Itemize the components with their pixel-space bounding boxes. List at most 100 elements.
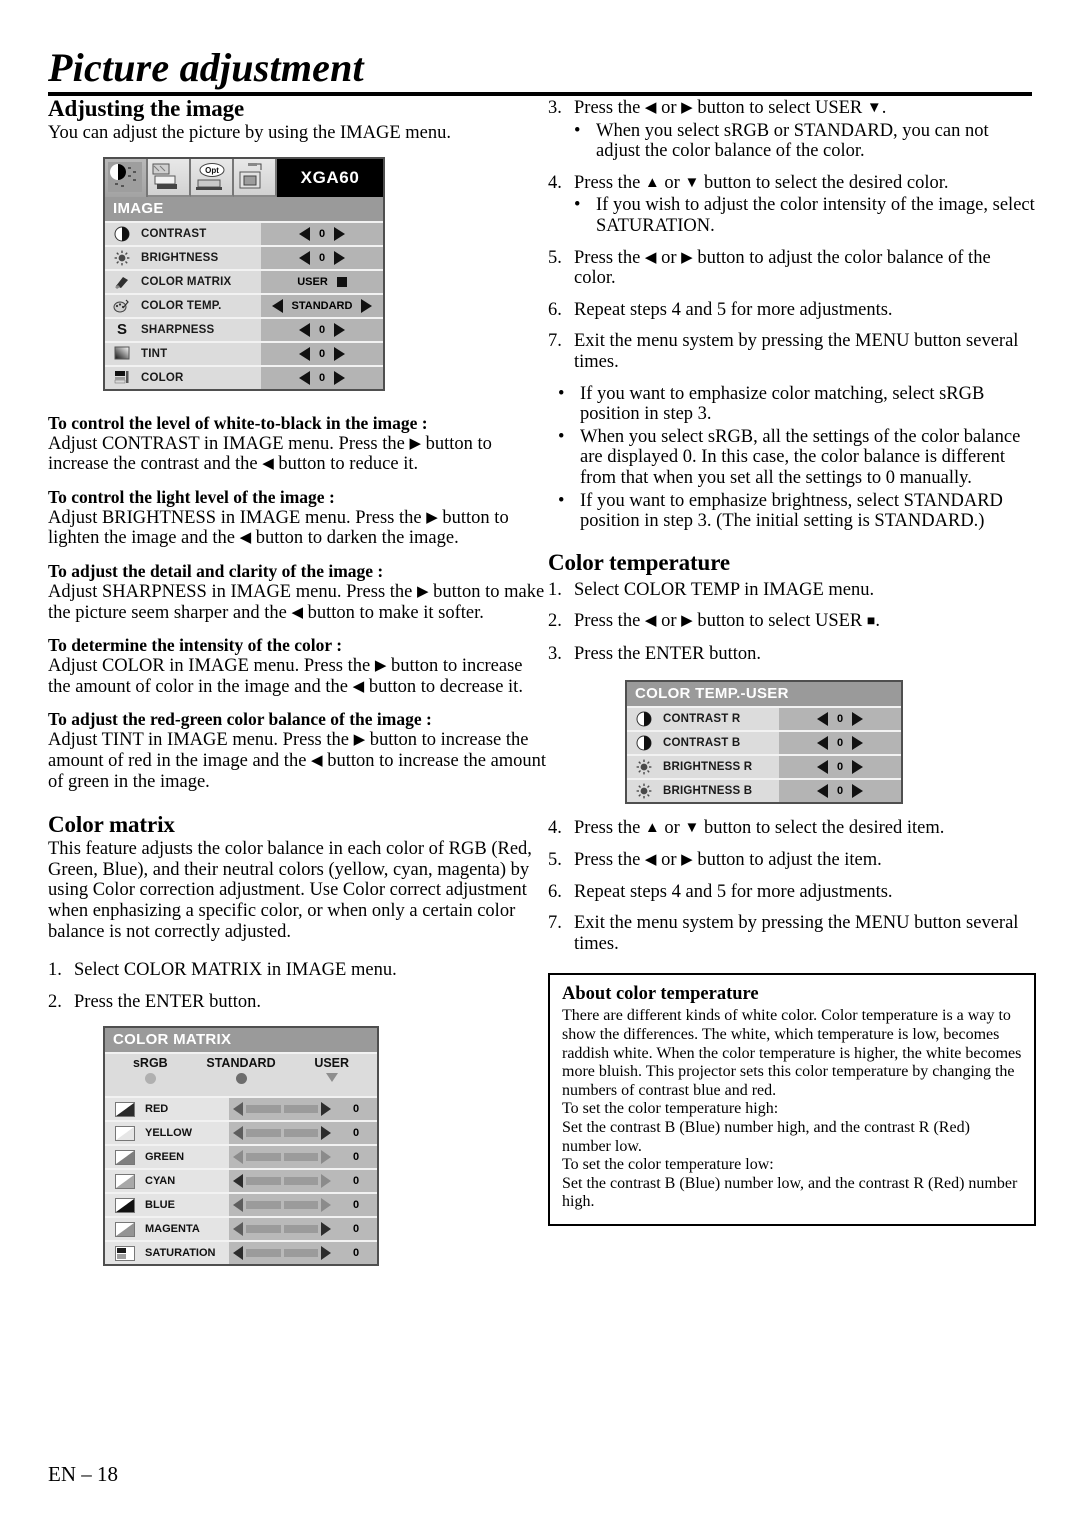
mode-option-srgb[interactable]: sRGB [105,1056,196,1085]
right-arrow-icon[interactable] [852,736,864,751]
osd-value[interactable]: 0 [779,780,901,803]
left-arrow-icon: ◀ [644,613,657,630]
right-arrow-icon[interactable] [334,370,346,385]
left-arrow-icon[interactable] [816,712,828,727]
left-arrow-icon[interactable] [233,1222,243,1237]
ct-row-contrast-b[interactable]: CONTRAST B 0 [627,732,901,757]
right-arrow-icon[interactable] [321,1126,331,1141]
right-arrow-icon[interactable] [334,226,346,241]
right-arrow-icon: ▶ [681,613,693,630]
slider-bar[interactable] [246,1225,281,1234]
cm-slider[interactable] [229,1218,335,1241]
cm-row-green[interactable]: GREEN 0 [105,1146,377,1171]
osd-row-color-temp[interactable]: COLOR TEMP. STANDARD [105,294,383,319]
cm-slider[interactable] [229,1194,335,1217]
ct-row-brightness-b[interactable]: BRIGHTNESS B 0 [627,780,901,803]
right-arrow-icon[interactable] [334,322,346,337]
step-number: 3. [548,98,562,118]
cm-row-blue[interactable]: BLUE 0 [105,1194,377,1219]
osd-value[interactable]: 0 [261,366,383,389]
right-arrow-icon[interactable] [852,760,864,775]
osd-row-sharpness[interactable]: S SHARPNESS 0 [105,318,383,343]
svg-text:Opt: Opt [205,166,219,175]
slider-bar[interactable] [283,1177,318,1186]
install-tab-icon[interactable] [148,158,191,197]
right-arrow-icon[interactable] [321,1222,331,1237]
left-arrow-icon[interactable] [298,346,310,361]
osd-value[interactable]: 0 [779,756,901,779]
osd-value[interactable]: 0 [261,222,383,245]
feature-tab-icon[interactable] [234,158,277,197]
right-arrow-icon[interactable] [321,1198,331,1213]
osd-value[interactable]: 0 [261,342,383,365]
slider-bar[interactable] [246,1201,281,1210]
slider-bar[interactable] [283,1153,318,1162]
left-arrow-icon[interactable] [816,760,828,775]
left-arrow-icon[interactable] [233,1198,243,1213]
left-arrow-icon[interactable] [271,298,283,313]
left-arrow-icon[interactable] [298,370,310,385]
left-arrow-icon[interactable] [233,1246,243,1261]
ct-row-brightness-r[interactable]: BRIGHTNESS R 0 [627,756,901,781]
slider-bar[interactable] [246,1153,281,1162]
cm-slider[interactable] [229,1122,335,1145]
left-arrow-icon[interactable] [233,1126,243,1141]
osd-row-color[interactable]: COLOR 0 [105,366,383,389]
left-arrow-icon[interactable] [816,736,828,751]
cm-row-saturation[interactable]: SATURATION 0 [105,1242,377,1265]
right-arrow-icon[interactable] [321,1102,331,1117]
image-tab-icon[interactable] [105,158,148,197]
cm-slider[interactable] [229,1146,335,1169]
slider-bar[interactable] [283,1129,318,1138]
slider-bar[interactable] [283,1201,318,1210]
osd-value[interactable]: 0 [261,246,383,269]
brightness-icon [627,780,661,803]
slider-bar[interactable] [246,1177,281,1186]
radio-selected-icon [235,1073,247,1085]
left-arrow-icon[interactable] [233,1102,243,1117]
right-arrow-icon[interactable] [361,298,373,313]
step-5: 5. Press the ◀ or ▶ button to adjust the… [548,248,1036,289]
osd-row-color-matrix[interactable]: COLOR MATRIX USER [105,270,383,295]
cm-row-magenta[interactable]: MAGENTA 0 [105,1218,377,1243]
osd-value[interactable]: USER [261,270,383,293]
osd-value[interactable]: STANDARD [261,294,383,317]
left-arrow-icon[interactable] [298,250,310,265]
ct-row-contrast-r[interactable]: CONTRAST R 0 [627,708,901,733]
cm-row-red[interactable]: RED 0 [105,1098,377,1123]
cm-slider[interactable] [229,1242,335,1265]
right-arrow-icon[interactable] [852,712,864,727]
osd-row-brightness[interactable]: BRIGHTNESS 0 [105,246,383,271]
cm-row-yellow[interactable]: YELLOW 0 [105,1122,377,1147]
left-arrow-icon[interactable] [233,1174,243,1189]
right-arrow-icon[interactable] [852,784,864,799]
slider-bar[interactable] [246,1129,281,1138]
osd-value[interactable]: 0 [261,318,383,341]
cm-row-cyan[interactable]: CYAN 0 [105,1170,377,1195]
left-arrow-icon[interactable] [298,322,310,337]
right-arrow-icon[interactable] [334,346,346,361]
slider-bar[interactable] [246,1105,281,1114]
left-arrow-icon[interactable] [298,226,310,241]
right-arrow-icon[interactable] [321,1150,331,1165]
color-matrix-mode-selector[interactable]: sRGB STANDARD USER [105,1054,377,1099]
slider-bar[interactable] [283,1225,318,1234]
slider-bar[interactable] [283,1105,318,1114]
cm-value: 0 [335,1122,377,1145]
left-arrow-icon[interactable] [233,1150,243,1165]
right-arrow-icon[interactable] [321,1246,331,1261]
osd-value[interactable]: 0 [779,732,901,755]
cm-slider[interactable] [229,1170,335,1193]
left-arrow-icon[interactable] [816,784,828,799]
osd-value[interactable]: 0 [779,708,901,731]
osd-row-tint[interactable]: TINT 0 [105,342,383,367]
osd-row-contrast[interactable]: CONTRAST 0 [105,222,383,247]
right-arrow-icon[interactable] [321,1174,331,1189]
mode-option-user[interactable]: USER [286,1056,377,1083]
slider-bar[interactable] [246,1249,281,1258]
right-arrow-icon[interactable] [334,250,346,265]
mode-option-standard[interactable]: STANDARD [196,1056,287,1085]
cm-slider[interactable] [229,1098,335,1121]
option-tab-icon[interactable]: Opt [191,158,234,197]
slider-bar[interactable] [283,1249,318,1258]
